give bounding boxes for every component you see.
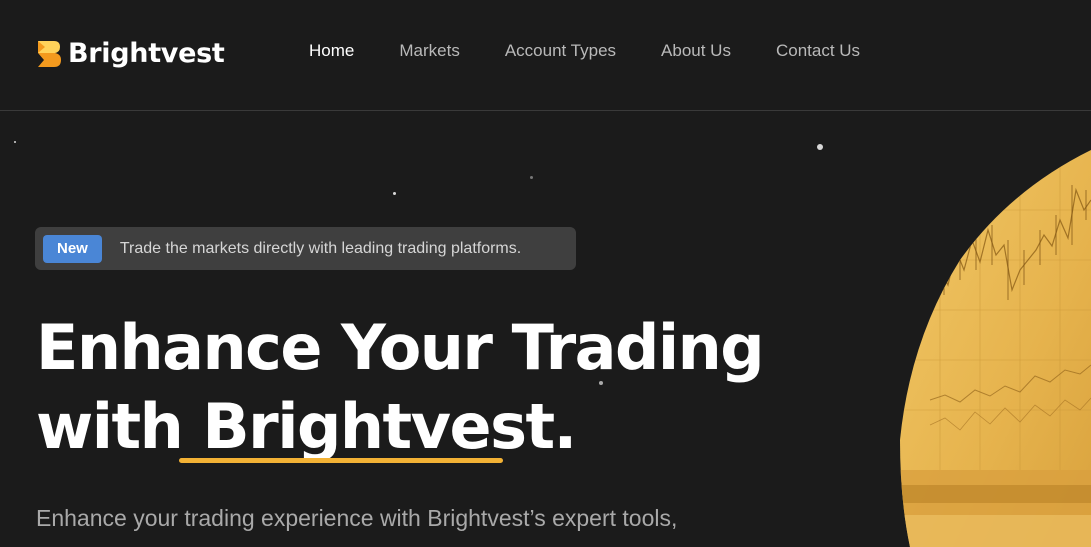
new-badge: New <box>43 234 102 263</box>
hero-title-line1: Enhance Your Trading <box>36 311 765 384</box>
hero-title-brand: Brightvest <box>202 390 555 463</box>
brightvest-logo-icon <box>38 40 61 67</box>
nav-markets[interactable]: Markets <box>399 41 459 61</box>
trading-chart-image <box>900 150 1091 547</box>
nav-home[interactable]: Home <box>309 41 354 61</box>
site-header: Brightvest Home Markets Account Types Ab… <box>0 0 1091 111</box>
brand-logo[interactable]: Brightvest <box>36 38 225 69</box>
announcement-text: Trade the markets directly with leading … <box>119 239 522 257</box>
brand-underline <box>179 458 503 463</box>
brand-name: Brightvest <box>68 38 225 69</box>
star-dot <box>817 144 823 150</box>
star-dot <box>14 141 16 143</box>
hero-title: Enhance Your Trading with Brightvest. <box>36 308 765 466</box>
star-dot <box>530 176 533 179</box>
announcement-bar[interactable]: New Trade the markets directly with lead… <box>35 227 576 270</box>
hero-title-suffix: . <box>553 390 578 463</box>
hero-subtitle: Enhance your trading experience with Bri… <box>36 505 678 531</box>
page: Brightvest Home Markets Account Types Ab… <box>0 0 1091 547</box>
nav-contact-us[interactable]: Contact Us <box>776 41 860 61</box>
main-nav: Home Markets Account Types About Us Cont… <box>309 41 905 61</box>
nav-about-us[interactable]: About Us <box>661 41 731 61</box>
nav-account-types[interactable]: Account Types <box>505 41 616 61</box>
hero-title-prefix: with <box>36 390 203 463</box>
star-dot <box>393 192 396 195</box>
